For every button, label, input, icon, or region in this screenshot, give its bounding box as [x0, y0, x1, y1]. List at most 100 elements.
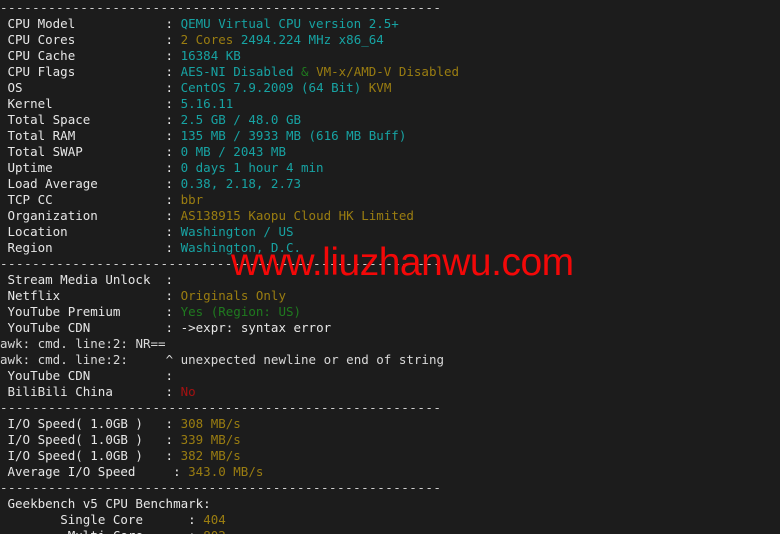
value-cpu-cores-freq — [233, 32, 241, 47]
label-bilibili-china: BiliBili China — [7, 384, 113, 399]
label-total-ram: Total RAM — [7, 128, 76, 143]
colon: : — [112, 384, 181, 399]
value-os: CentOS 7.9.2009 (64 Bit) — [180, 80, 362, 95]
awk-error-line-1: awk: cmd. line:2: NR== — [0, 336, 166, 351]
value-total-ram: 135 MB / 3933 MB (616 MB Buff) — [180, 128, 407, 143]
label-netflix: Netflix — [7, 288, 61, 303]
label-cpu-model: CPU Model — [7, 16, 76, 31]
value-netflix: Originals Only — [180, 288, 286, 303]
terminal-window: ----------------------------------------… — [0, 0, 780, 534]
value-io-speed-1: 308 MB/s — [180, 416, 241, 431]
row-multi-core: Multi Core : 802 — [0, 528, 780, 534]
value-multi-core: 802 — [203, 528, 226, 534]
label-kernel: Kernel — [7, 96, 53, 111]
label-youtube-cdn-2: YouTube CDN — [7, 368, 91, 383]
awk-error-line-2: awk: cmd. line:2: ^ unexpected newline o… — [0, 352, 445, 367]
value-cpu-cores-arch: 2494.224 MHz x86_64 — [240, 32, 384, 47]
label-organization: Organization — [7, 208, 98, 223]
row-total-ram: Total RAM : 135 MB / 3933 MB (616 MB Buf… — [0, 128, 780, 144]
terminal-output: ----------------------------------------… — [0, 0, 780, 534]
label-io-speed-3: I/O Speed( 1.0GB ) — [7, 448, 143, 463]
label-single-core: Single Core — [60, 512, 143, 527]
row-location: Location : Washington / US — [0, 224, 780, 240]
colon: : — [150, 272, 181, 287]
label-multi-core: Multi Core — [68, 528, 143, 534]
colon: : — [142, 448, 181, 463]
colon: : — [75, 64, 181, 79]
value-cpu-model: QEMU Virtual CPU version 2.5+ — [180, 16, 399, 31]
colon: : — [22, 80, 181, 95]
label-cpu-cores: CPU Cores — [7, 32, 76, 47]
colon: : — [97, 208, 181, 223]
label-io-speed-2: I/O Speed( 1.0GB ) — [7, 432, 143, 447]
label-single-core-indent — [8, 512, 61, 527]
value-single-core: 404 — [203, 512, 226, 527]
value-io-speed-2: 339 MB/s — [180, 432, 241, 447]
row-io-speed-1: I/O Speed( 1.0GB ) : 308 MB/s — [0, 416, 780, 432]
value-cpu-cache: 16384 KB — [180, 48, 241, 63]
colon: : — [67, 224, 181, 239]
value-vmx-text: VM-x/AMD-V Disabled — [316, 64, 460, 79]
colon: : — [75, 48, 181, 63]
colon: : — [143, 528, 203, 534]
value-vmx — [309, 64, 317, 79]
value-total-space: 2.5 GB / 48.0 GB — [180, 112, 302, 127]
label-io-speed-1: I/O Speed( 1.0GB ) — [7, 416, 143, 431]
colon: : — [90, 112, 181, 127]
row-cpu-cores: CPU Cores : 2 Cores 2494.224 MHz x86_64 — [0, 32, 780, 48]
separator-line-io: ----------------------------------------… — [0, 400, 442, 415]
colon: : — [90, 320, 181, 335]
label-os: OS — [7, 80, 23, 95]
row-kernel: Kernel : 5.16.11 — [0, 96, 780, 112]
colon: : — [52, 240, 181, 255]
row-stream-media-unlock: Stream Media Unlock : — [0, 272, 780, 288]
row-netflix: Netflix : Originals Only — [0, 288, 780, 304]
value-aesni: AES-NI Disabled — [180, 64, 294, 79]
row-youtube-cdn: YouTube CDN : — [0, 368, 780, 384]
label-cpu-flags: CPU Flags — [7, 64, 76, 79]
colon: : — [142, 416, 181, 431]
row-tcp-cc: TCP CC : bbr — [0, 192, 780, 208]
label-cpu-cache: CPU Cache — [7, 48, 76, 63]
colon: : — [60, 288, 181, 303]
label-location: Location — [7, 224, 68, 239]
label-tcp-cc: TCP CC — [7, 192, 53, 207]
colon: : — [75, 32, 181, 47]
row-total-swap: Total SWAP : 0 MB / 2043 MB — [0, 144, 780, 160]
label-multi-core-indent — [8, 528, 68, 534]
row-bilibili-china: BiliBili China : No — [0, 384, 780, 400]
colon: : — [75, 128, 181, 143]
row-uptime: Uptime : 0 days 1 hour 4 min — [0, 160, 780, 176]
colon: : — [135, 464, 189, 479]
label-total-swap: Total SWAP — [7, 144, 83, 159]
colon: : — [52, 96, 181, 111]
row-load-average: Load Average : 0.38, 2.18, 2.73 — [0, 176, 780, 192]
value-region: Washington, D.C. — [180, 240, 302, 255]
value-youtube-premium: Yes (Region: US) — [180, 304, 302, 319]
colon: : — [52, 192, 181, 207]
value-cpu-cores-count: 2 Cores — [180, 32, 234, 47]
value-location: Washington / US — [180, 224, 294, 239]
value-os-virt: KVM — [368, 80, 392, 95]
value-organization: AS138915 Kaopu Cloud HK Limited — [180, 208, 414, 223]
separator-line-stream: ----------------------------------------… — [0, 256, 442, 271]
row-single-core: Single Core : 404 — [0, 512, 780, 528]
value-total-swap: 0 MB / 2043 MB — [180, 144, 286, 159]
value-tcp-cc: bbr — [180, 192, 204, 207]
row-io-speed-2: I/O Speed( 1.0GB ) : 339 MB/s — [0, 432, 780, 448]
row-cpu-model: CPU Model : QEMU Virtual CPU version 2.5… — [0, 16, 780, 32]
colon: : — [97, 176, 181, 191]
row-youtube-cdn-error: YouTube CDN : ->expr: syntax error — [0, 320, 780, 336]
value-bilibili-china: No — [180, 384, 196, 399]
colon: : — [120, 304, 181, 319]
colon: : — [75, 16, 181, 31]
colon: : — [82, 144, 181, 159]
colon: : — [142, 432, 181, 447]
row-region: Region : Washington, D.C. — [0, 240, 780, 256]
label-uptime: Uptime — [7, 160, 53, 175]
label-stream-media-unlock: Stream Media Unlock — [7, 272, 151, 287]
row-cpu-flags: CPU Flags : AES-NI Disabled & VM-x/AMD-V… — [0, 64, 780, 80]
value-uptime: 0 days 1 hour 4 min — [180, 160, 324, 175]
value-os-virt-space — [361, 80, 369, 95]
row-total-space: Total Space : 2.5 GB / 48.0 GB — [0, 112, 780, 128]
